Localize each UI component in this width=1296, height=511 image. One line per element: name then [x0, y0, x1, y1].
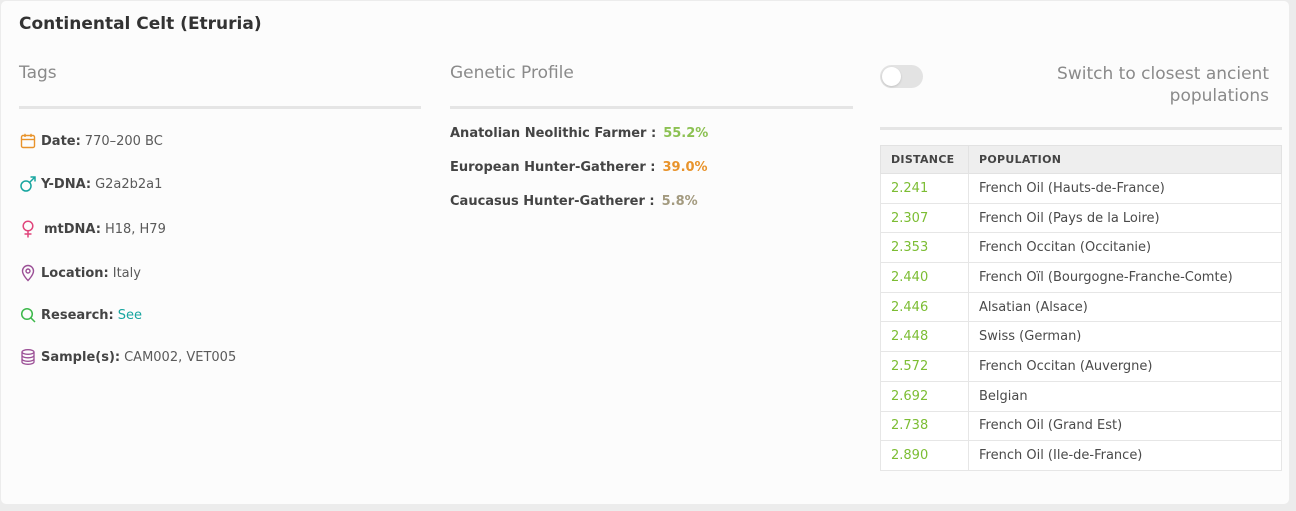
- population-cell: Belgian: [968, 380, 1282, 412]
- population-cell: French Oil (Ile-de-France): [968, 440, 1282, 471]
- ydna-label: Y-DNA:: [41, 176, 92, 192]
- component-name: European Hunter-Gatherer :: [450, 160, 656, 175]
- distance-cell: 2.738: [880, 410, 969, 442]
- female-symbol-icon: [22, 220, 34, 238]
- table-row: 2.738 French Oil (Grand Est): [880, 410, 1282, 442]
- component-name: Caucasus Hunter-Gatherer :: [450, 194, 655, 209]
- table-row: 2.692 Belgian: [880, 380, 1282, 412]
- distance-cell: 2.241: [880, 173, 969, 204]
- distance-cell: 2.448: [880, 321, 969, 353]
- genetic-profile-heading: Genetic Profile: [450, 63, 574, 83]
- population-cell: French Oil (Hauts-de-France): [968, 173, 1282, 204]
- distance-cell: 2.307: [880, 202, 969, 234]
- ancient-toggle-label: Switch to closest ancient populations: [1057, 64, 1269, 106]
- location-value: Italy: [112, 265, 141, 281]
- genetic-profile-divider: [450, 106, 853, 109]
- component-percent: 39.0%: [662, 160, 708, 175]
- location-label: Location:: [41, 265, 109, 281]
- tags-heading: Tags: [19, 63, 57, 83]
- distance-cell: 2.692: [880, 380, 969, 412]
- samples-value: CAM002, VET005: [124, 349, 237, 365]
- map-pin-icon: [21, 264, 35, 282]
- table-row: 2.448 Swiss (German): [880, 321, 1282, 353]
- distance-column-header: DISTANCE: [880, 145, 969, 174]
- research-label: Research:: [41, 307, 114, 323]
- mtdna-value: H18, H79: [104, 221, 166, 237]
- search-icon: [20, 307, 36, 323]
- genetic-profile-item: European Hunter-Gatherer : 39.0%: [450, 160, 708, 175]
- table-header-row: DISTANCE POPULATION: [880, 145, 1282, 174]
- ydna-value: G2a2b2a1: [95, 176, 163, 192]
- calendar-icon: [20, 133, 36, 149]
- table-row: 2.353 French Occitan (Occitanie): [880, 232, 1282, 264]
- tag-date: Date: 770–200 BC: [19, 130, 163, 152]
- population-cell: French Oil (Grand Est): [968, 410, 1282, 442]
- table-row: 2.572 French Occitan (Auvergne): [880, 351, 1282, 382]
- distance-cell: 2.890: [880, 440, 969, 471]
- table-row: 2.440 French Oïl (Bourgogne-Franche-Comte…: [880, 262, 1282, 293]
- toggle-knob: [882, 67, 901, 86]
- population-column-header: POPULATION: [968, 145, 1282, 174]
- ancient-populations-toggle[interactable]: [880, 65, 923, 88]
- population-cell: French Occitan (Auvergne): [968, 351, 1282, 382]
- tag-samples: Sample(s): CAM002, VET005: [19, 346, 236, 368]
- table-row: 2.241 French Oil (Hauts-de-France): [880, 173, 1282, 204]
- mtdna-label: mtDNA:: [44, 221, 101, 237]
- distance-table: DISTANCE POPULATION 2.241 French Oil (Hau…: [880, 145, 1282, 471]
- samples-label: Sample(s):: [41, 349, 121, 365]
- distance-cell: 2.572: [880, 351, 969, 382]
- genetic-profile-item: Caucasus Hunter-Gatherer : 5.8%: [450, 194, 698, 209]
- component-name: Anatolian Neolithic Farmer :: [450, 126, 657, 141]
- population-cell: French Oil (Pays de la Loire): [968, 202, 1282, 234]
- date-label: Date:: [41, 133, 81, 149]
- component-percent: 55.2%: [663, 126, 709, 141]
- population-cell: Swiss (German): [968, 321, 1282, 353]
- population-cell: Alsatian (Alsace): [968, 291, 1282, 323]
- population-cell: French Occitan (Occitanie): [968, 232, 1282, 264]
- distance-cell: 2.353: [880, 232, 969, 264]
- component-percent: 5.8%: [661, 194, 698, 209]
- table-row: 2.446 Alsatian (Alsace): [880, 291, 1282, 323]
- database-icon: [21, 349, 35, 365]
- table-row: 2.307 French Oil (Pays de la Loire): [880, 202, 1282, 234]
- date-value: 770–200 BC: [84, 133, 163, 149]
- research-see-link[interactable]: See: [118, 308, 142, 323]
- genetic-profile-item: Anatolian Neolithic Farmer : 55.2%: [450, 126, 708, 141]
- distance-cell: 2.446: [880, 291, 969, 323]
- tag-location: Location: Italy: [19, 262, 141, 284]
- male-symbol-icon: [20, 176, 36, 192]
- tag-ydna: Y-DNA: G2a2b2a1: [19, 173, 162, 195]
- tag-mtdna: mtDNA: H18, H79: [19, 218, 166, 240]
- population-cell: French Oïl (Bourgogne-Franche-Comte): [968, 262, 1282, 293]
- page-title: Continental Celt (Etruria): [19, 14, 262, 34]
- distance-divider: [880, 127, 1282, 130]
- tag-research: Research: See: [19, 304, 142, 326]
- tags-divider: [19, 106, 421, 109]
- population-card: Continental Celt (Etruria) Tags Date: 77…: [0, 0, 1290, 505]
- distance-cell: 2.440: [880, 262, 969, 293]
- table-row: 2.890 French Oil (Ile-de-France): [880, 440, 1282, 471]
